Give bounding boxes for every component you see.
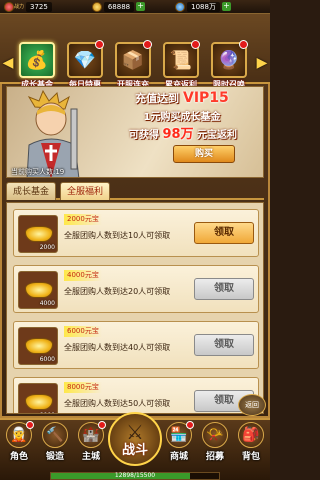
reward-description: 全服团购人数到达10人可领取	[64, 231, 171, 240]
ingot-icon: 4000	[18, 271, 58, 309]
treasure-icon: 💰	[19, 42, 55, 78]
subtab-bar: 成长基金 全服福利	[6, 180, 264, 200]
promo-prefix: 充值达到	[135, 92, 180, 105]
promo-reward-suffix: 元宝返利	[197, 130, 238, 141]
diamond-unit: 万	[208, 2, 216, 11]
nav-character[interactable]: 🧝 角色	[4, 421, 34, 466]
reward-title: 4000元宝	[64, 270, 102, 281]
nav-main-city[interactable]: 🏰 主城	[76, 421, 106, 466]
notification-badge	[191, 40, 200, 49]
promo-reward-amount: 98万	[162, 127, 194, 142]
notification-badge	[186, 421, 194, 429]
promo-price: 1元购买成长基金	[143, 112, 221, 123]
power-icon	[4, 1, 14, 12]
notification-badge	[239, 40, 248, 49]
list-item: 4000 4000元宝 全服团购人数到达20人可领取 领取	[13, 265, 259, 313]
activity-tabs: ◀ 💰 成长基金 💎 每日特惠 📦 开服连充 📜 累充返利 🔮 限时召唤 ▶	[0, 14, 270, 89]
resource-bar: 战力 3725 68888 + 1088万 +	[0, 0, 270, 14]
bottom-nav: 🧝 角色 🔨 锻造 🏰 主城 ⚔ 战斗 🏪 商城 📯 招募 🎒 背包 12898…	[0, 412, 270, 480]
nav-label: 角色	[9, 452, 28, 462]
notification-badge	[26, 421, 34, 429]
gold-value: 68888	[103, 1, 135, 12]
ingot-icon: 2000	[18, 215, 58, 253]
buy-button[interactable]: 购买	[173, 145, 235, 163]
claim-button[interactable]: 领取	[194, 222, 254, 244]
nav-forge[interactable]: 🔨 锻造	[40, 422, 70, 466]
notification-badge	[95, 40, 104, 49]
claim-button[interactable]: 领取	[194, 278, 254, 300]
hero-portrait	[26, 89, 80, 177]
gold-ingot-icon	[25, 394, 53, 410]
bag-icon: 🎒	[238, 422, 264, 448]
vip-requirement: 充值达到 VIP15	[107, 90, 257, 106]
nav-shop[interactable]: 🏪 商城	[164, 421, 194, 466]
vip-level: VIP15	[183, 90, 229, 106]
list-item: 2000 2000元宝 全服团购人数到达10人可领取 领取	[13, 209, 259, 257]
reward-list[interactable]: 2000 2000元宝 全服团购人数到达10人可领取 领取 4000 4000元…	[6, 202, 264, 414]
ingot-icon: 6000	[18, 327, 58, 365]
gold-ingot-icon	[25, 226, 53, 242]
power-display: 战力 3725	[4, 1, 52, 13]
reward-description: 全服团购人数到达40人可领取	[64, 343, 171, 352]
return-button[interactable]: 返回	[238, 394, 266, 416]
swords-icon: ⚔	[126, 420, 144, 444]
gold-coin-icon	[91, 1, 102, 12]
diamond-value: 1088万	[187, 1, 220, 12]
exp-text: 12898/15500	[114, 472, 156, 479]
exp-bar: 12898/15500	[50, 472, 220, 480]
nav-recruit[interactable]: 📯 招募	[200, 422, 230, 466]
reward-description: 全服团购人数到达20人可领取	[64, 287, 171, 296]
promo-reward: 可获得 98万 元宝返利	[103, 123, 263, 142]
gold-ingot-icon	[25, 338, 53, 354]
nav-bag[interactable]: 🎒 背包	[236, 422, 266, 466]
growth-fund-banner: 充值达到 VIP15 1元购买成长基金 可获得 98万 元宝返利 购买 当前购买…	[6, 86, 264, 178]
gold-display: 68888 +	[91, 1, 146, 13]
diamond-display: 1088万 +	[175, 1, 231, 13]
power-label: 战力	[14, 4, 25, 10]
gold-ingot-icon	[25, 282, 53, 298]
list-item: 6000 6000元宝 全服团购人数到达40人可领取 领取	[13, 321, 259, 369]
tab-server-welfare[interactable]: 全服福利	[60, 182, 111, 200]
nav-battle[interactable]: ⚔ 战斗	[108, 412, 162, 466]
nav-label: 招募	[205, 452, 224, 462]
nav-label: 商城	[169, 452, 188, 462]
reward-count: 4000	[39, 300, 55, 307]
reward-count: 6000	[39, 356, 55, 363]
purchase-count: 当前购买人数:19	[11, 168, 65, 176]
nav-label: 背包	[241, 452, 260, 462]
reward-count: 2000	[39, 244, 55, 251]
reward-title: 8000元宝	[64, 382, 102, 393]
nav-label: 锻造	[45, 452, 64, 462]
reward-title: 2000元宝	[64, 214, 102, 225]
notification-badge	[143, 40, 152, 49]
claim-button[interactable]: 领取	[194, 334, 254, 356]
reward-description: 全服团购人数到达50人可领取	[64, 399, 171, 408]
add-diamond-button[interactable]: +	[221, 2, 231, 11]
list-item: 8000 8000元宝 全服团购人数到达50人可领取 领取	[13, 377, 259, 413]
diamond-icon	[175, 1, 186, 12]
power-value: 3725	[26, 1, 52, 12]
diamond-amount: 1088	[191, 2, 209, 11]
ingot-icon: 8000	[18, 383, 58, 413]
anvil-icon: 🔨	[42, 422, 68, 448]
tabs-left-arrow-icon[interactable]: ◀	[2, 52, 14, 74]
nav-label: 主城	[81, 452, 100, 462]
reward-count: 8000	[40, 412, 55, 413]
tabs-right-arrow-icon[interactable]: ▶	[256, 52, 268, 74]
reward-title: 6000元宝	[64, 326, 102, 337]
notification-badge	[98, 421, 106, 429]
add-gold-button[interactable]: +	[136, 2, 146, 11]
tab-growth-fund-list[interactable]: 成长基金	[6, 182, 57, 200]
promo-reward-prefix: 可获得	[128, 130, 159, 141]
recruit-icon: 📯	[202, 422, 228, 448]
